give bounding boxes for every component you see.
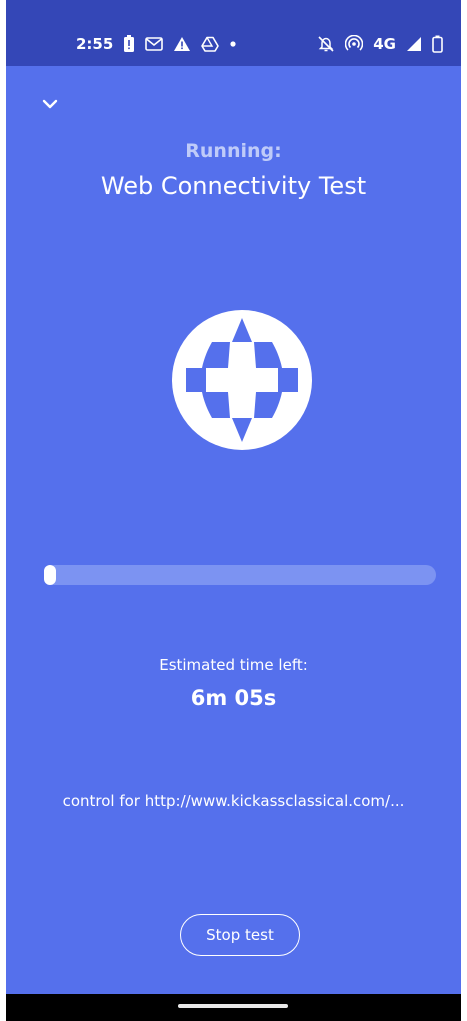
status-left: 2:55 <box>76 32 237 56</box>
battery-alert-icon <box>123 35 135 53</box>
home-indicator[interactable] <box>178 1004 288 1008</box>
chevron-down-icon <box>42 99 58 109</box>
globe-icon <box>170 308 314 452</box>
hotspot-icon <box>345 35 364 53</box>
warning-icon <box>173 36 191 52</box>
status-clock: 2:55 <box>76 35 114 53</box>
navigation-bar <box>6 994 461 1021</box>
notifications-off-icon <box>317 35 335 53</box>
progress-bar <box>44 565 436 585</box>
app-screen: 2:55 4G Running: Web Connectivity Test E… <box>6 0 461 1021</box>
network-type-label: 4G <box>373 35 396 53</box>
status-bar: 2:55 4G <box>6 0 461 66</box>
running-label: Running: <box>185 140 282 162</box>
collapse-button[interactable] <box>36 90 64 118</box>
eta-label: Estimated time left: <box>159 656 308 674</box>
gmail-icon <box>145 37 164 51</box>
progress-fill <box>44 565 56 585</box>
drive-icon <box>201 36 220 52</box>
dot-icon <box>229 40 237 48</box>
stop-test-button[interactable]: Stop test <box>180 914 300 956</box>
signal-icon <box>406 36 422 52</box>
eta-value: 6m 05s <box>190 686 277 710</box>
battery-icon <box>432 35 443 53</box>
test-log-line: control for http://www.kickassclassical.… <box>62 792 405 810</box>
test-name: Web Connectivity Test <box>100 172 367 200</box>
status-right: 4G <box>317 32 443 56</box>
